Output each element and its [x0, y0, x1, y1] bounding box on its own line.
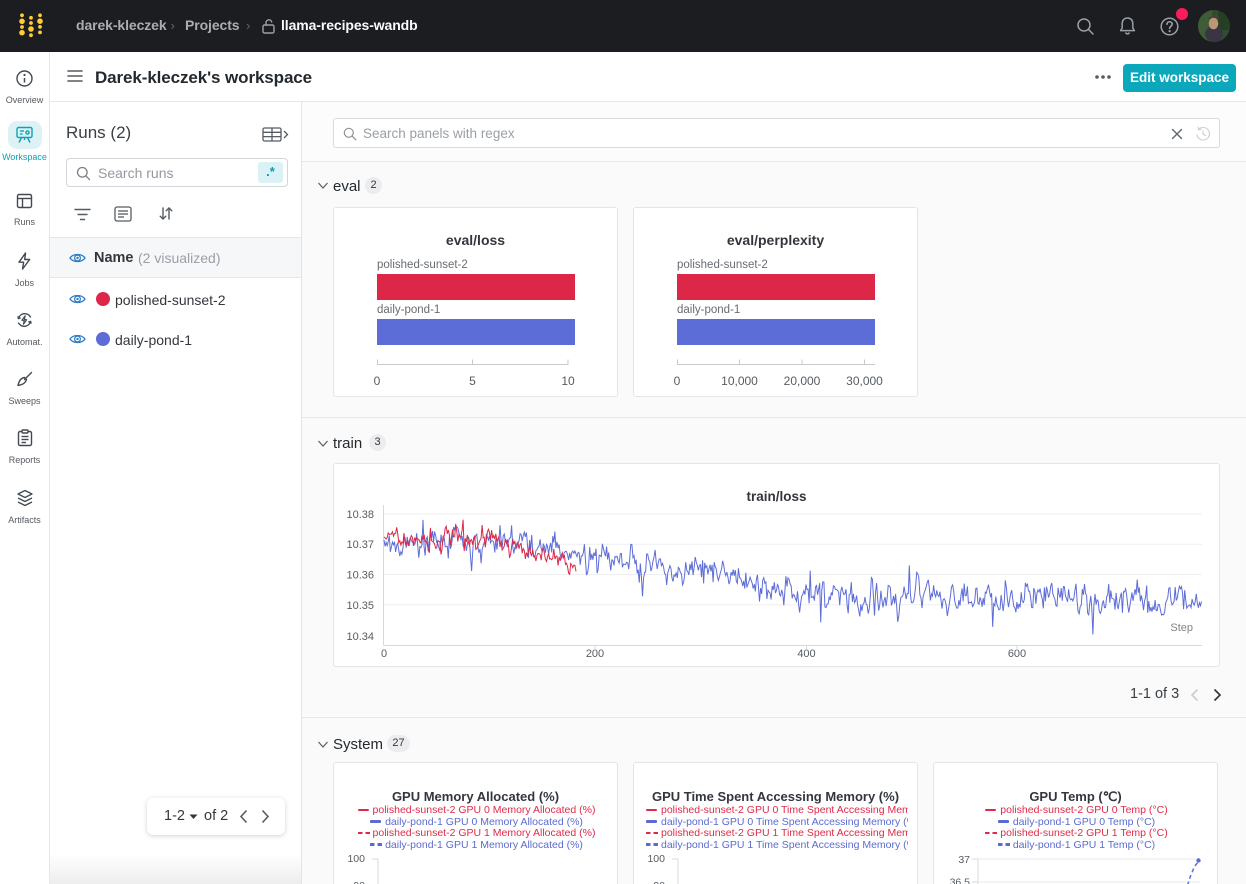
svg-text:37: 37	[958, 854, 970, 866]
svg-text:10.34: 10.34	[346, 631, 374, 643]
svg-text:10.36: 10.36	[346, 570, 374, 582]
svg-text:Step: Step	[1170, 622, 1193, 634]
svg-text:10.35: 10.35	[346, 600, 374, 612]
svg-text:100: 100	[647, 853, 665, 865]
svg-text:10.37: 10.37	[346, 539, 374, 551]
svg-text:90: 90	[353, 880, 365, 884]
svg-text:90: 90	[653, 880, 665, 884]
svg-text:36.5: 36.5	[950, 877, 971, 884]
svg-text:0: 0	[381, 648, 387, 660]
svg-text:10.38: 10.38	[346, 509, 374, 521]
svg-text:100: 100	[347, 853, 365, 865]
